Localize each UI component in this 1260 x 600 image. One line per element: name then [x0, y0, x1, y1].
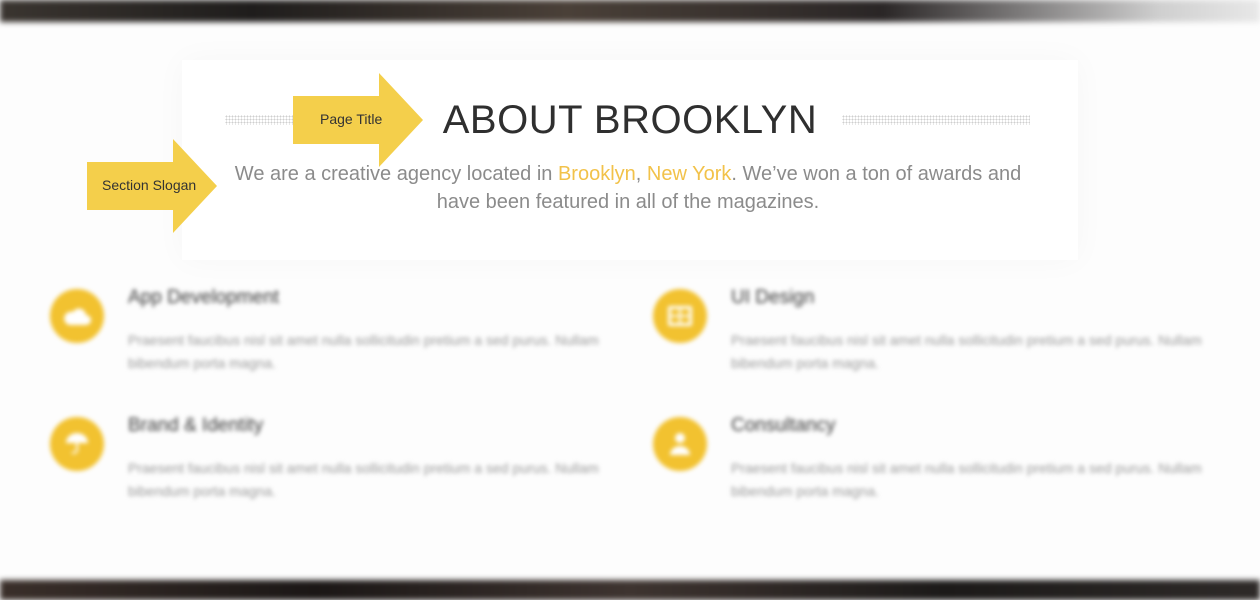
feature-description: Praesent faucibus nisl sit amet nulla so…: [731, 460, 1202, 499]
feature-description: Praesent faucibus nisl sit amet nulla so…: [731, 332, 1202, 371]
page-title-callout-label: Page Title: [320, 111, 383, 127]
feature-description: Praesent faucibus nisl sit amet nulla so…: [128, 460, 599, 499]
section-slogan-callout-label: Section Slogan: [102, 177, 197, 193]
page-title: ABOUT BROOKLYN: [442, 98, 818, 142]
feature-icon-circle: [50, 417, 104, 471]
umbrella-icon: [66, 433, 88, 454]
section-slogan: We are a creative agency located in Broo…: [222, 160, 1034, 216]
user-icon: [670, 433, 690, 455]
feature-consultancy: Consultancy Praesent faucibus nisl sit a…: [653, 415, 1202, 527]
feature-title: UI Design: [731, 287, 815, 308]
slogan-link-new-york[interactable]: New York: [647, 163, 732, 185]
feature-ui-design: UI Design Praesent faucibus nisl sit ame…: [653, 287, 1202, 399]
feature-title: Consultancy: [731, 415, 836, 436]
slogan-separator: ,: [635, 163, 647, 185]
feature-icon-circle: [50, 289, 104, 343]
bottom-image-strip: [0, 580, 1260, 600]
feature-title: Brand & Identity: [128, 415, 264, 436]
feature-icon-circle: [653, 417, 707, 471]
cloud-icon: [64, 308, 91, 325]
top-image-strip: [0, 0, 1260, 22]
feature-app-development: App Development Praesent faucibus nisl s…: [50, 287, 599, 399]
feature-icon-circle: [653, 289, 707, 343]
grid-icon: [668, 306, 692, 326]
feature-title: App Development: [128, 287, 280, 308]
title-divider-right: [842, 115, 1030, 125]
page-title-callout: Page Title: [293, 73, 423, 167]
feature-brand-identity: Brand & Identity Praesent faucibus nisl …: [50, 415, 599, 527]
slogan-link-brooklyn[interactable]: Brooklyn: [558, 163, 636, 185]
section-slogan-callout: Section Slogan: [87, 139, 217, 233]
feature-description: Praesent faucibus nisl sit amet nulla so…: [128, 332, 599, 371]
